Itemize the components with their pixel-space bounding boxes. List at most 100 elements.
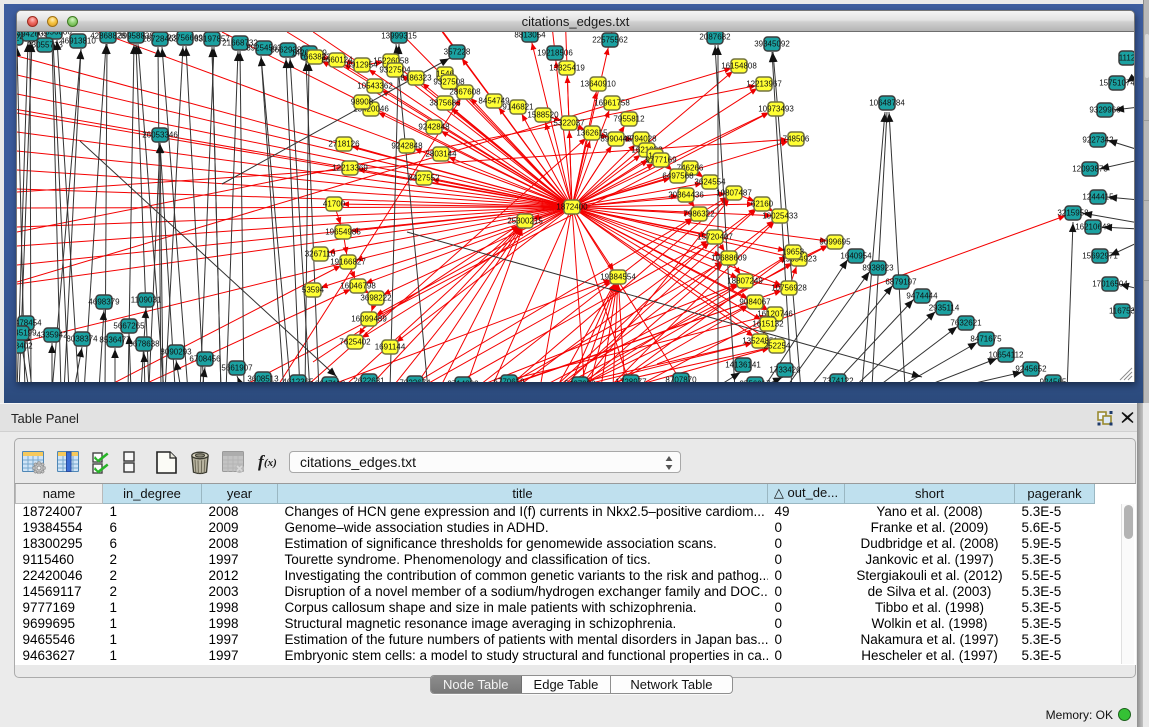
svg-text:924565: 924565	[1040, 378, 1067, 383]
svg-text:16961758: 16961758	[594, 99, 630, 108]
svg-text:4335942: 4335942	[36, 331, 68, 340]
svg-text:19218506: 19218506	[537, 49, 573, 58]
svg-text:23055713: 23055713	[27, 41, 63, 50]
svg-text:8938923: 8938923	[862, 264, 894, 273]
svg-text:26053346: 26053346	[142, 131, 178, 140]
svg-text:12213369: 12213369	[332, 164, 368, 173]
svg-text:22575562: 22575562	[592, 36, 628, 45]
svg-text:2867608: 2867608	[449, 88, 481, 97]
svg-text:9777169: 9777169	[645, 156, 677, 165]
svg-text:62160: 62160	[751, 200, 774, 209]
svg-text:1728977: 1728977	[615, 378, 647, 383]
svg-text:9084067: 9084067	[739, 298, 771, 307]
svg-text:7374122: 7374122	[822, 377, 854, 383]
svg-text:41700: 41700	[323, 200, 346, 209]
svg-text:16210643: 16210643	[1075, 223, 1111, 232]
svg-text:9245652: 9245652	[1015, 365, 1047, 374]
svg-text:20364436: 20364436	[668, 191, 704, 200]
svg-text:6497568: 6497568	[662, 172, 694, 181]
svg-text:10807487: 10807487	[716, 189, 752, 198]
svg-text:7625402: 7625402	[339, 338, 371, 347]
svg-text:6879197: 6879197	[885, 278, 917, 287]
svg-text:17016504: 17016504	[1092, 280, 1128, 289]
svg-text:7955812: 7955812	[613, 115, 645, 124]
svg-text:98908: 98908	[351, 98, 374, 107]
svg-text:5667265: 5667265	[113, 322, 145, 331]
svg-text:19166827: 19166827	[330, 258, 366, 267]
svg-text:748506: 748506	[783, 135, 810, 144]
svg-text:(x): (x)	[264, 457, 277, 469]
svg-text:10756928: 10756928	[771, 284, 807, 293]
svg-text:10543362: 10543362	[357, 82, 393, 91]
svg-text:4698379: 4698379	[88, 298, 120, 307]
svg-text:10973493: 10973493	[758, 105, 794, 114]
svg-text:6794028: 6794028	[625, 135, 657, 144]
svg-text:8186323: 8186323	[400, 74, 432, 83]
svg-text:13640910: 13640910	[580, 80, 616, 89]
svg-text:1112: 1112	[1119, 54, 1134, 63]
svg-text:4903402: 4903402	[17, 342, 33, 351]
svg-text:2556017: 2556017	[739, 380, 771, 383]
svg-text:1244415: 1244415	[1082, 193, 1114, 202]
svg-text:6647119: 6647119	[315, 380, 346, 383]
svg-text:1445199: 1445199	[17, 329, 37, 338]
svg-text:3698222: 3698222	[360, 294, 392, 303]
svg-text:2087682: 2087682	[699, 33, 731, 42]
svg-text:3608513: 3608513	[247, 375, 279, 383]
svg-text:7022674: 7022674	[399, 379, 431, 383]
svg-text:8813054: 8813054	[514, 32, 546, 40]
svg-text:7632621: 7632621	[950, 319, 982, 328]
svg-text:16099489: 16099489	[351, 315, 387, 324]
svg-text:13325419: 13325419	[549, 64, 585, 73]
svg-text:357228: 357228	[444, 48, 471, 57]
svg-text:25300215: 25300215	[507, 217, 543, 226]
svg-text:116753: 116753	[1109, 307, 1134, 316]
svg-text:6770619: 6770619	[493, 378, 525, 383]
svg-text:8536477: 8536477	[99, 336, 131, 345]
svg-text:18807249: 18807249	[727, 277, 763, 286]
svg-text:2714803: 2714803	[447, 380, 479, 383]
svg-text:8427552: 8427552	[408, 174, 440, 183]
svg-text:1733426: 1733426	[769, 366, 801, 375]
svg-text:2803144: 2803144	[425, 150, 457, 159]
svg-text:9242848: 9242848	[418, 123, 450, 132]
svg-text:12093873: 12093873	[1072, 165, 1108, 174]
svg-text:16154808: 16154808	[721, 62, 757, 71]
svg-text:9099695: 9099695	[819, 238, 851, 247]
svg-text:53594: 53594	[302, 286, 325, 295]
svg-text:7986322: 7986322	[683, 210, 715, 219]
svg-text:8038374: 8038374	[66, 335, 98, 344]
svg-text:1615132: 1615132	[752, 320, 784, 329]
svg-text:5661907: 5661907	[221, 364, 253, 373]
svg-text:8471675: 8471675	[970, 335, 1002, 344]
svg-text:9474444: 9474444	[906, 292, 938, 301]
svg-text:10688609: 10688609	[711, 254, 747, 263]
svg-text:8090293: 8090293	[160, 348, 192, 357]
svg-text:1109031: 1109031	[131, 296, 162, 305]
svg-text:252254: 252254	[764, 342, 791, 351]
svg-text:10654112: 10654112	[989, 351, 1025, 360]
svg-text:2718126: 2718126	[328, 140, 360, 149]
svg-text:3267110: 3267110	[305, 250, 336, 259]
svg-text:19653: 19653	[782, 248, 805, 257]
svg-text:3215958: 3215958	[1057, 209, 1089, 218]
svg-text:19384554: 19384554	[600, 273, 636, 282]
svg-text:1640954: 1640954	[840, 252, 872, 261]
svg-text:9227342: 9227342	[1082, 136, 1114, 145]
svg-text:2935114: 2935114	[929, 304, 960, 313]
svg-text:9329966: 9329966	[1089, 106, 1121, 115]
svg-text:5322037: 5322037	[553, 119, 585, 128]
svg-text:13999315: 13999315	[381, 32, 417, 41]
svg-text:2622631: 2622631	[353, 377, 385, 383]
svg-text:3624554: 3624554	[694, 178, 726, 187]
svg-text:10025433: 10025433	[762, 212, 798, 221]
svg-text:1691144: 1691144	[375, 343, 406, 352]
svg-text:19654985: 19654985	[325, 228, 361, 237]
svg-text:1872400: 1872400	[556, 203, 588, 212]
svg-text:4612365: 4612365	[282, 378, 314, 383]
svg-text:6708456: 6708456	[189, 355, 221, 364]
svg-text:14136141: 14136141	[725, 361, 761, 370]
svg-text:3678638: 3678638	[128, 340, 160, 349]
svg-text:39345092: 39345092	[754, 40, 790, 49]
svg-text:16046798: 16046798	[340, 282, 376, 291]
